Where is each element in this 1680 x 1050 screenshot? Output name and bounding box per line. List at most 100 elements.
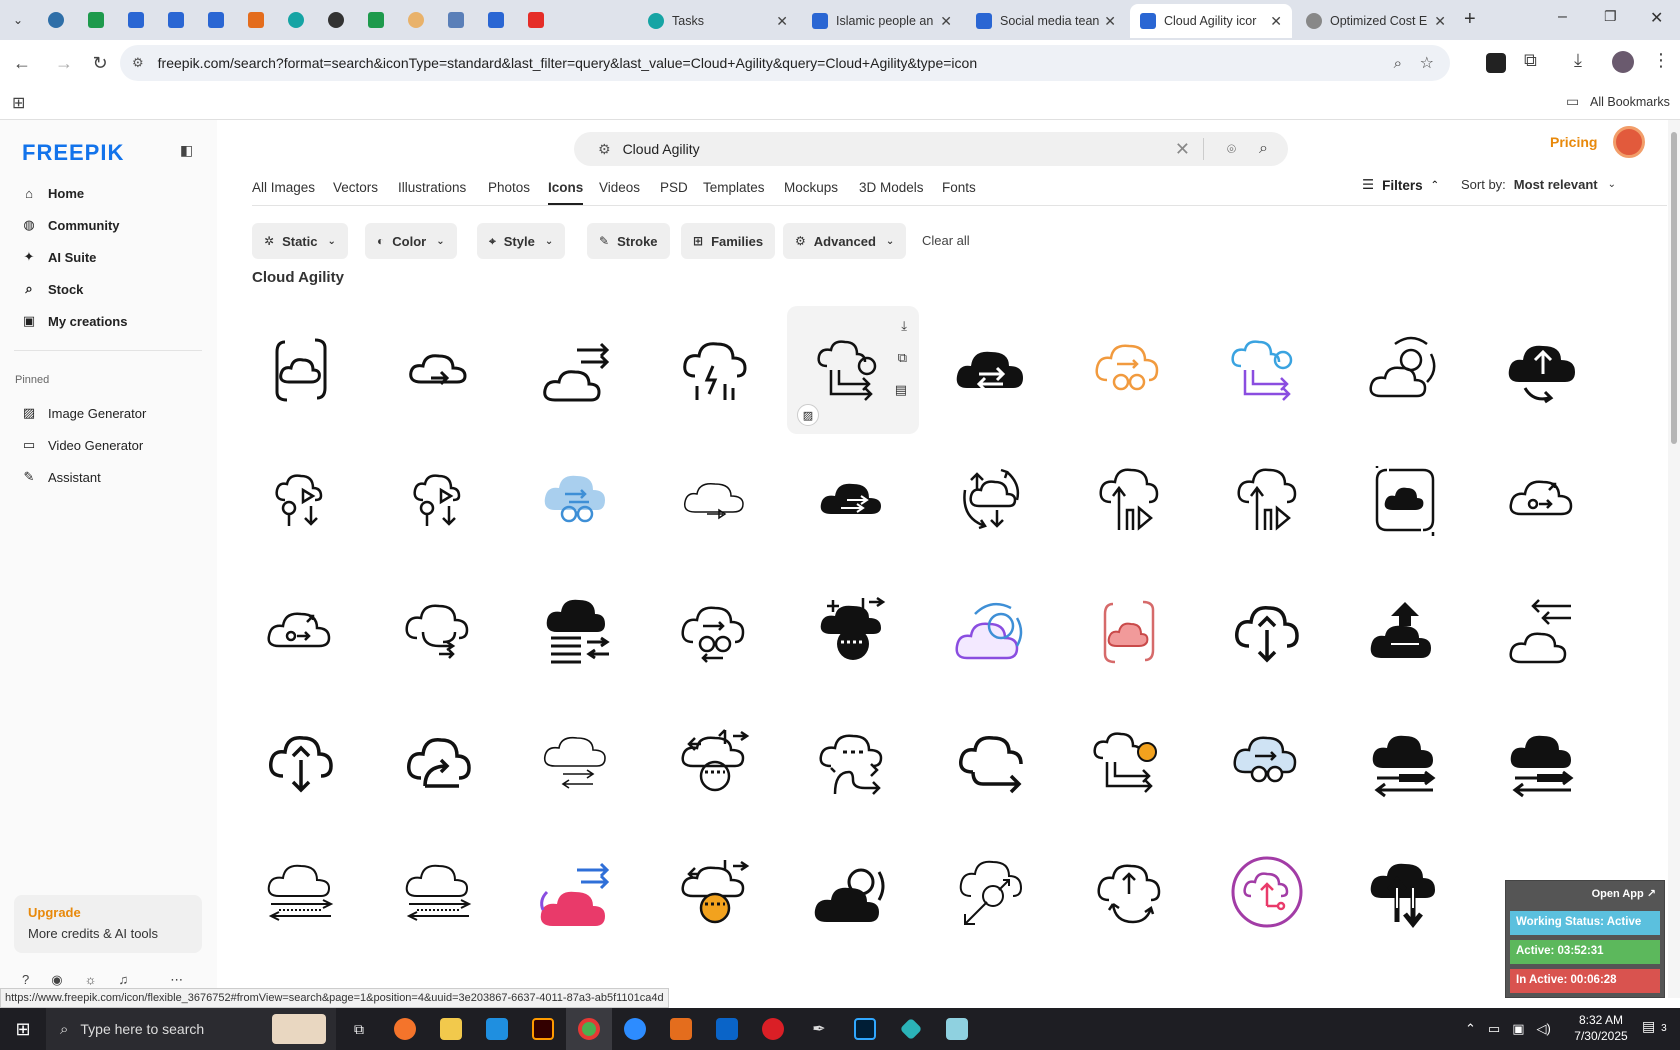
theme-icon[interactable]: ☼ [85, 972, 97, 988]
icon-result[interactable] [787, 568, 919, 696]
icon-result[interactable] [925, 698, 1057, 826]
taskbar-outlook[interactable] [704, 1008, 750, 1050]
category-psd[interactable]: PSD [660, 180, 688, 195]
sidebar-item-image-generator[interactable]: ▨ Image Generator [20, 400, 146, 426]
pinned-tab[interactable] [396, 4, 436, 36]
taskbar-photoshop[interactable] [842, 1008, 888, 1050]
sort-dropdown[interactable]: Sort by: Most relevant ⌄ [1461, 177, 1616, 192]
icon-result[interactable] [925, 568, 1057, 696]
copy-icon[interactable]: ⧉ [898, 350, 907, 366]
sidebar-toggle-icon[interactable]: ◧ [180, 142, 193, 159]
minimize-button[interactable]: – [1558, 8, 1567, 26]
taskbar-chrome[interactable] [566, 1008, 612, 1050]
site-info-icon[interactable]: ⚙ [132, 55, 144, 71]
page-scrollbar[interactable] [1668, 120, 1680, 998]
filter-chip-static[interactable]: ✲ Static ⌄ [252, 223, 348, 259]
pinned-tab[interactable] [36, 4, 76, 36]
user-avatar[interactable] [1613, 126, 1645, 158]
sidebar-item-home[interactable]: ⌂ Home [20, 180, 84, 206]
taskbar-app-2[interactable] [888, 1008, 934, 1050]
icon-result[interactable] [373, 828, 505, 956]
pinned-tab[interactable] [276, 4, 316, 36]
icon-result[interactable] [1063, 568, 1195, 696]
address-input[interactable]: ⚙ freepik.com/search?format=search&iconT… [120, 45, 1450, 81]
filter-chip-style[interactable]: ⌖ Style ⌄ [477, 223, 566, 259]
category-icons[interactable]: Icons [548, 180, 584, 205]
start-button[interactable]: ⊞ [0, 1008, 46, 1050]
pricing-link[interactable]: Pricing [1550, 134, 1597, 150]
icon-result[interactable] [787, 828, 919, 956]
sidebar-item-ai-suite[interactable]: ✦ AI Suite [20, 244, 97, 270]
download-icon[interactable]: ⤓ [1574, 50, 1582, 71]
clock[interactable]: 8:32 AM 7/30/2025 [1568, 1012, 1634, 1044]
icon-result[interactable] [511, 306, 643, 434]
category-templates[interactable]: Templates [703, 180, 765, 195]
icon-result[interactable] [235, 306, 367, 434]
taskbar-zoom[interactable] [612, 1008, 658, 1050]
search-input[interactable]: Cloud Agility [623, 141, 700, 157]
icon-result[interactable] [1339, 436, 1471, 564]
category-photos[interactable]: Photos [488, 180, 530, 195]
discord-icon[interactable]: ◉ [51, 972, 62, 988]
filter-chip-advanced[interactable]: ⚙ Advanced ⌄ [783, 223, 907, 259]
category-fonts[interactable]: Fonts [942, 180, 976, 195]
icon-result[interactable] [925, 436, 1057, 564]
icon-result[interactable] [1339, 828, 1471, 956]
sidebar-item-community[interactable]: ◍ Community [20, 212, 119, 238]
close-icon[interactable]: ✕ [940, 13, 952, 30]
download-icon[interactable]: ⤓ [901, 318, 907, 334]
help-icon[interactable]: ? [22, 972, 29, 988]
pinned-tab[interactable] [436, 4, 476, 36]
taskbar-creative-cloud[interactable] [750, 1008, 796, 1050]
icon-result[interactable] [373, 568, 505, 696]
icon-result[interactable] [1063, 698, 1195, 826]
icon-result[interactable] [1201, 436, 1333, 564]
restore-button[interactable]: ❐ [1604, 8, 1617, 25]
icon-result[interactable] [1063, 828, 1195, 956]
pinned-tab[interactable] [516, 4, 556, 36]
star-icon[interactable]: ☆ [1420, 53, 1434, 73]
sidebar-item-video-generator[interactable]: ▭ Video Generator [20, 432, 143, 458]
forward-button[interactable]: → [48, 47, 80, 79]
freepik-logo[interactable]: FREEPIK [22, 140, 124, 166]
category-illustrations[interactable]: Illustrations [398, 180, 466, 195]
icon-result[interactable] [1339, 306, 1471, 434]
icon-result[interactable] [235, 828, 367, 956]
icon-result[interactable] [511, 568, 643, 696]
ai-search-icon[interactable]: ⚙ [598, 141, 611, 158]
save-to-collection-icon[interactable]: ▤ [895, 382, 907, 398]
chevron-up-icon[interactable]: ⌃ [1465, 1021, 1476, 1037]
more-icon[interactable]: ⋯ [170, 972, 183, 988]
icon-result[interactable] [649, 828, 781, 956]
icon-result-hovered[interactable]: ⤓ ⧉ ▤ ▨ [787, 306, 919, 434]
zoom-icon[interactable]: ⌕ [1394, 55, 1402, 72]
network-icon[interactable]: ▣ [1512, 1021, 1524, 1037]
category-mockups[interactable]: Mockups [784, 180, 838, 195]
taskbar-explorer[interactable] [428, 1008, 474, 1050]
icon-result[interactable] [649, 436, 781, 564]
category-videos[interactable]: Videos [599, 180, 640, 195]
close-icon[interactable]: ✕ [1434, 13, 1446, 30]
edit-image-icon[interactable]: ▨ [797, 404, 819, 426]
icon-result[interactable] [1477, 436, 1609, 564]
taskbar-app-3[interactable] [934, 1008, 980, 1050]
icon-result[interactable] [373, 306, 505, 434]
category-3d-models[interactable]: 3D Models [859, 180, 924, 195]
icon-result[interactable] [787, 698, 919, 826]
open-app-link[interactable]: Open App ↗ [1592, 887, 1656, 900]
icon-result[interactable] [1339, 568, 1471, 696]
pinned-tab[interactable] [116, 4, 156, 36]
reload-button[interactable]: ↻ [84, 47, 116, 79]
puzzle-icon[interactable]: ⧉ [1524, 50, 1537, 71]
sidebar-item-stock[interactable]: ⌕ Stock [20, 276, 83, 302]
monitor-icon[interactable]: ▭ [1488, 1021, 1500, 1037]
tab[interactable]: Social media tean ✕ [966, 4, 1126, 38]
task-view-button[interactable]: ⧉ [336, 1008, 382, 1050]
pinned-tab[interactable] [196, 4, 236, 36]
search-bar[interactable]: ⚙ Cloud Agility ✕ ⌾ ⌕ [574, 132, 1288, 166]
taskbar-pen-tool[interactable]: ✒ [796, 1008, 842, 1050]
tab-active[interactable]: Cloud Agility icor ✕ [1130, 4, 1292, 38]
profile-avatar[interactable] [1612, 51, 1634, 73]
icon-result[interactable] [511, 828, 643, 956]
clear-all-link[interactable]: Clear all [922, 233, 970, 248]
